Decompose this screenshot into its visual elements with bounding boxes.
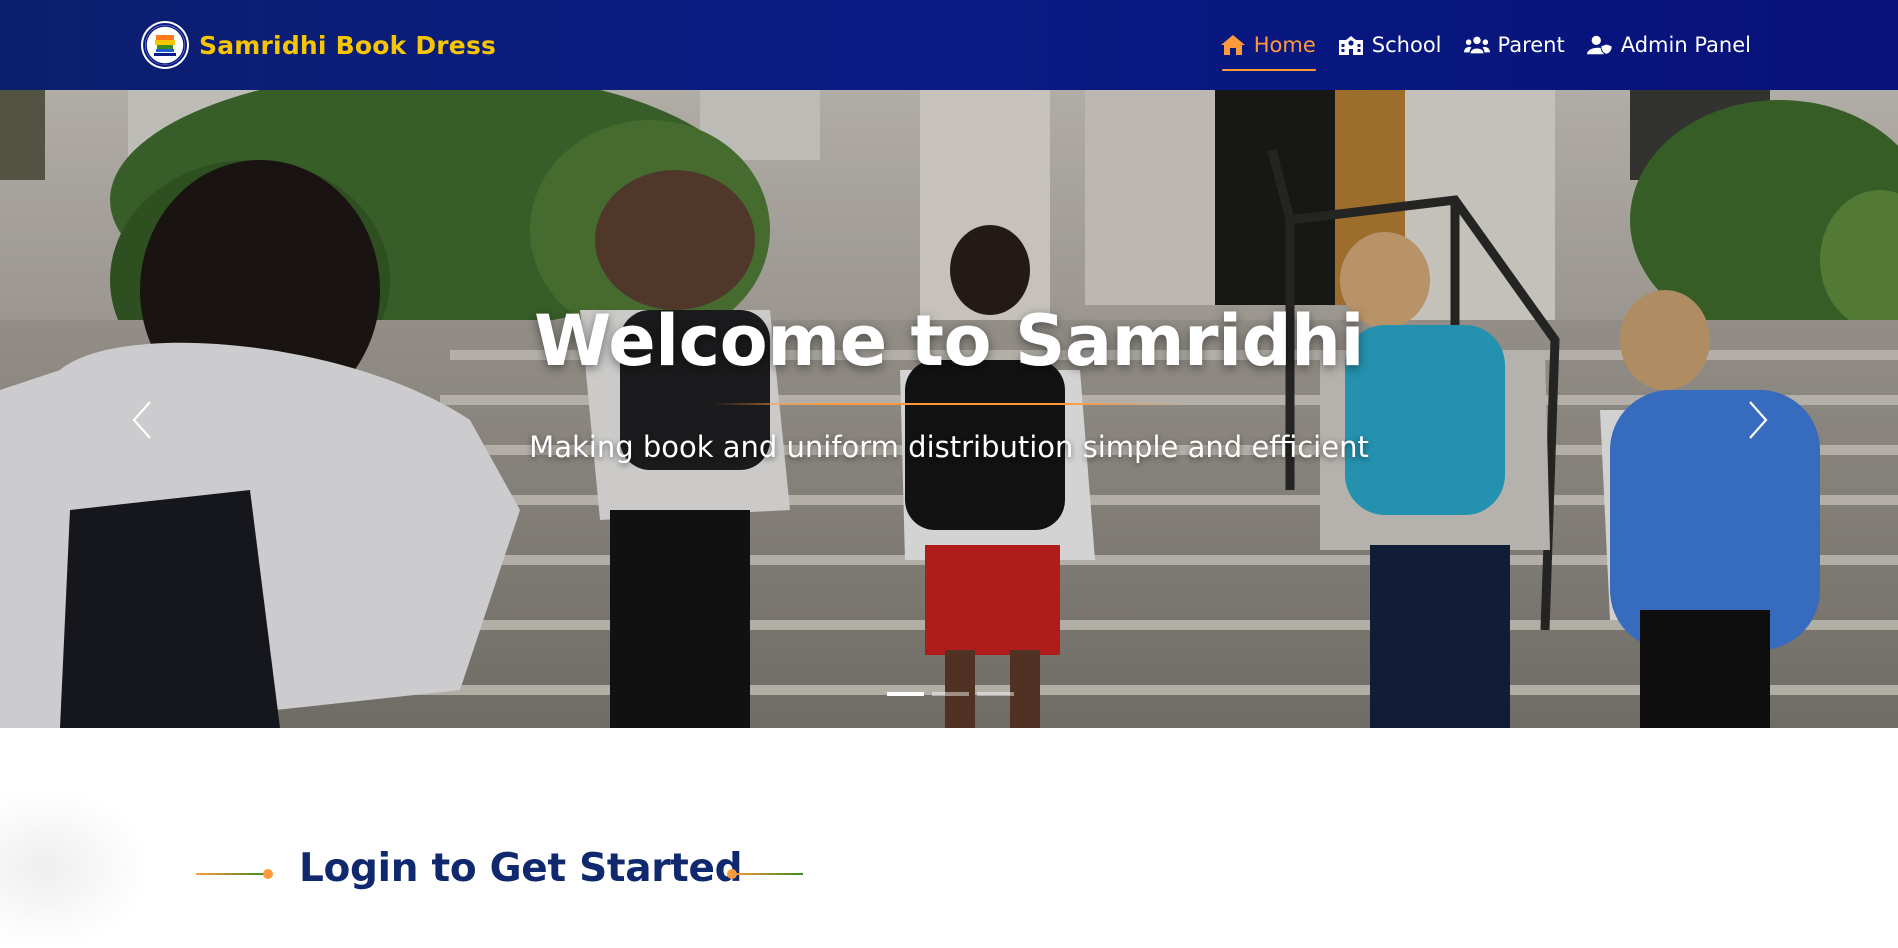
hero-subtitle: Making book and uniform distribution sim… xyxy=(529,430,1369,464)
heading-decoration-left xyxy=(196,873,268,875)
carousel-indicator[interactable] xyxy=(887,692,924,696)
samridhi-logo-icon xyxy=(143,23,187,67)
carousel-prev-button[interactable] xyxy=(122,390,162,450)
nav-item-label: Parent xyxy=(1497,33,1565,57)
chevron-left-icon xyxy=(132,401,151,439)
hero-carousel: Welcome to Samridhi Making book and unif… xyxy=(0,90,1898,728)
user-shield-icon xyxy=(1586,35,1613,55)
main-nav: Home School Parent Admin Panel xyxy=(1220,0,1751,90)
brand-name: Samridhi Book Dress xyxy=(199,30,497,60)
hero-title: Welcome to Samridhi xyxy=(533,300,1365,382)
nav-item-label: School xyxy=(1371,33,1442,57)
heading-dot-left xyxy=(263,869,273,879)
carousel-indicator[interactable] xyxy=(932,692,969,696)
login-heading: Login to Get Started xyxy=(299,846,743,891)
nav-item-admin-panel[interactable]: Admin Panel xyxy=(1586,25,1751,65)
nav-item-home[interactable]: Home xyxy=(1220,25,1316,71)
nav-item-school[interactable]: School xyxy=(1338,25,1442,65)
chevron-right-icon xyxy=(1749,401,1768,439)
nav-item-label: Home xyxy=(1253,33,1316,57)
heading-decoration-right xyxy=(731,873,803,875)
school-icon xyxy=(1338,36,1363,55)
carousel-indicator[interactable] xyxy=(977,692,1014,696)
hero-overlay xyxy=(0,90,1898,728)
hero-divider xyxy=(714,403,1184,405)
carousel-next-button[interactable] xyxy=(1738,390,1778,450)
brand-link[interactable]: Samridhi Book Dress xyxy=(143,23,496,67)
login-section: Login to Get Started xyxy=(0,728,1898,948)
nav-item-parent[interactable]: Parent xyxy=(1463,25,1565,65)
decorative-shadow xyxy=(0,788,150,948)
users-icon xyxy=(1463,36,1490,54)
home-icon xyxy=(1220,35,1245,55)
carousel-indicators xyxy=(887,692,1014,696)
nav-item-label: Admin Panel xyxy=(1620,33,1751,57)
top-navbar: Samridhi Book Dress Home School Parent A… xyxy=(0,0,1898,90)
